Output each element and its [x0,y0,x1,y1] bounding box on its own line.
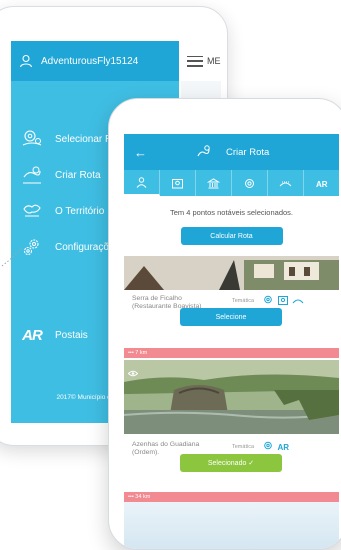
menu-label: Criar Rota [55,169,101,181]
ar-icon: AR [277,441,290,452]
location-pins-icon [262,295,274,306]
create-route-icon [19,164,45,186]
person-icon [136,176,147,188]
category-tabs: AR [124,170,339,196]
location-pins-icon [19,128,45,150]
road-icon [292,295,304,306]
app-bar: ← Criar Rota [124,134,339,170]
poi-category: Temática [232,298,255,304]
poi-tags: AR [262,441,292,452]
hamburger-icon[interactable] [187,55,203,67]
select-poi-button[interactable]: Selecione [180,308,282,326]
eye-icon[interactable] [127,364,139,382]
location-pins-icon [262,441,274,452]
menu-toggle[interactable]: ME [181,41,221,81]
user-icon [19,54,33,68]
road-icon [279,181,292,186]
back-arrow-icon[interactable]: ← [134,145,147,160]
selected-poi-button[interactable]: Selecionado ✓ [180,454,282,472]
tab-target[interactable] [232,170,268,196]
user-header[interactable]: AdventurousFly15124 [11,41,179,81]
svg-text:AR: AR [316,180,328,189]
calculate-route-button[interactable]: Calcular Rota [180,227,283,245]
tab-monument[interactable] [196,170,232,196]
poi-tags [262,295,307,306]
distance-bar: ••• 7 km [124,348,339,358]
right-phone-mockup: ← Criar Rota AR Tem 4 pontos notáveis se… [108,98,341,550]
username: AdventurousFly15124 [41,55,139,67]
poi-image [124,256,339,290]
map-pin-icon [277,295,289,306]
map-pin-icon [172,178,183,188]
ar-icon: AR [22,326,43,344]
ar-icon: AR [316,180,328,189]
poi-image [124,502,339,549]
territory-map-icon [19,200,45,222]
route-screen: ← Criar Rota AR Tem 4 pontos notáveis se… [124,134,339,549]
screen-title: Criar Rota [226,146,270,158]
poi-category: Temática [232,444,255,450]
poi-image [124,360,339,434]
connector-dots [1,247,23,267]
tab-road[interactable] [268,170,304,196]
tab-map-pin[interactable] [160,170,196,196]
menu-label: Postais [55,329,88,341]
menu-label: ME [207,56,221,66]
menu-label: O Território [55,205,105,217]
create-route-icon [197,145,210,157]
tab-ar[interactable]: AR [304,170,339,196]
monument-icon [207,177,220,188]
distance-bar: ••• 34 km [124,492,339,502]
target-icon [245,178,254,188]
tab-person[interactable] [124,170,160,196]
svg-text:AR: AR [278,443,290,452]
selected-count-text: Tem 4 pontos notáveis selecionados. [170,208,293,217]
